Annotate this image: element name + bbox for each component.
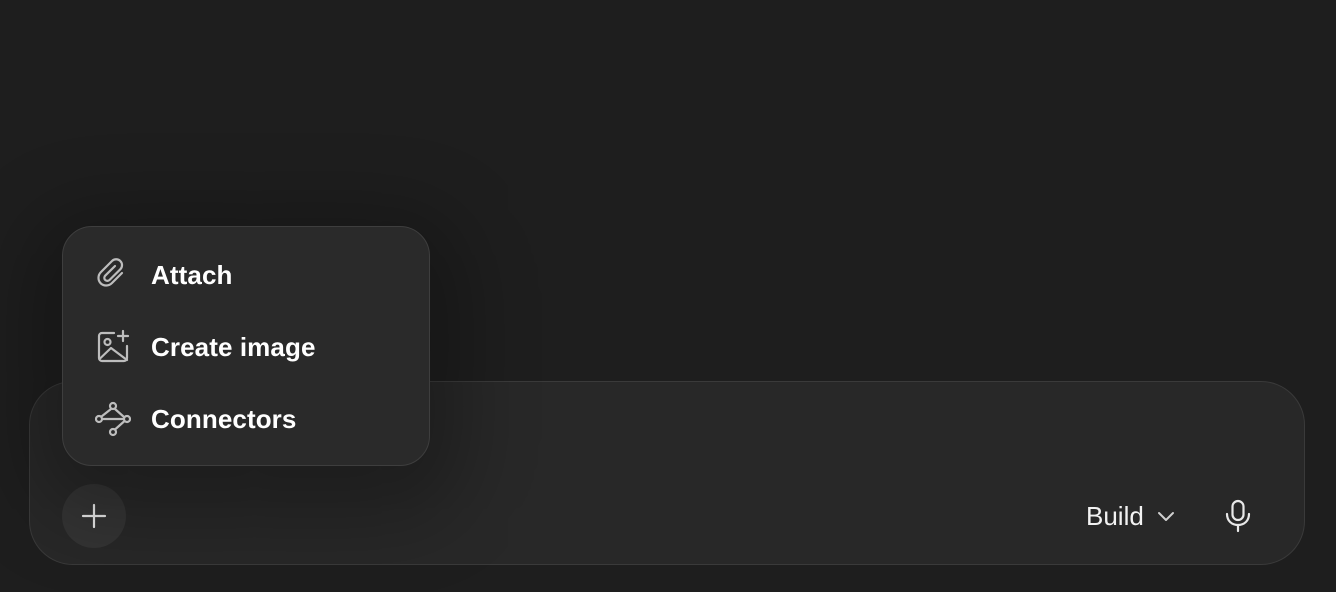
mode-label: Build	[1086, 500, 1144, 531]
menu-item-connectors[interactable]: Connectors	[63, 383, 429, 455]
menu-item-label: Create image	[151, 331, 316, 362]
menu-item-label: Attach	[151, 259, 233, 290]
plus-icon	[81, 503, 107, 529]
connectors-icon	[95, 401, 131, 437]
image-plus-icon	[95, 329, 131, 365]
add-menu: Attach Create image Connectors	[62, 226, 430, 466]
chevron-down-icon	[1157, 512, 1174, 521]
app-stage: Build Attach Create image Connectors	[0, 0, 1336, 592]
microphone-icon	[1225, 499, 1251, 533]
mode-dropdown[interactable]: Build	[1086, 494, 1176, 538]
menu-item-create-image[interactable]: Create image	[63, 311, 429, 383]
menu-item-label: Connectors	[151, 403, 297, 434]
add-button[interactable]	[62, 484, 126, 548]
menu-item-attach[interactable]: Attach	[63, 239, 429, 311]
microphone-button[interactable]	[1216, 494, 1260, 538]
paperclip-icon	[95, 257, 131, 293]
